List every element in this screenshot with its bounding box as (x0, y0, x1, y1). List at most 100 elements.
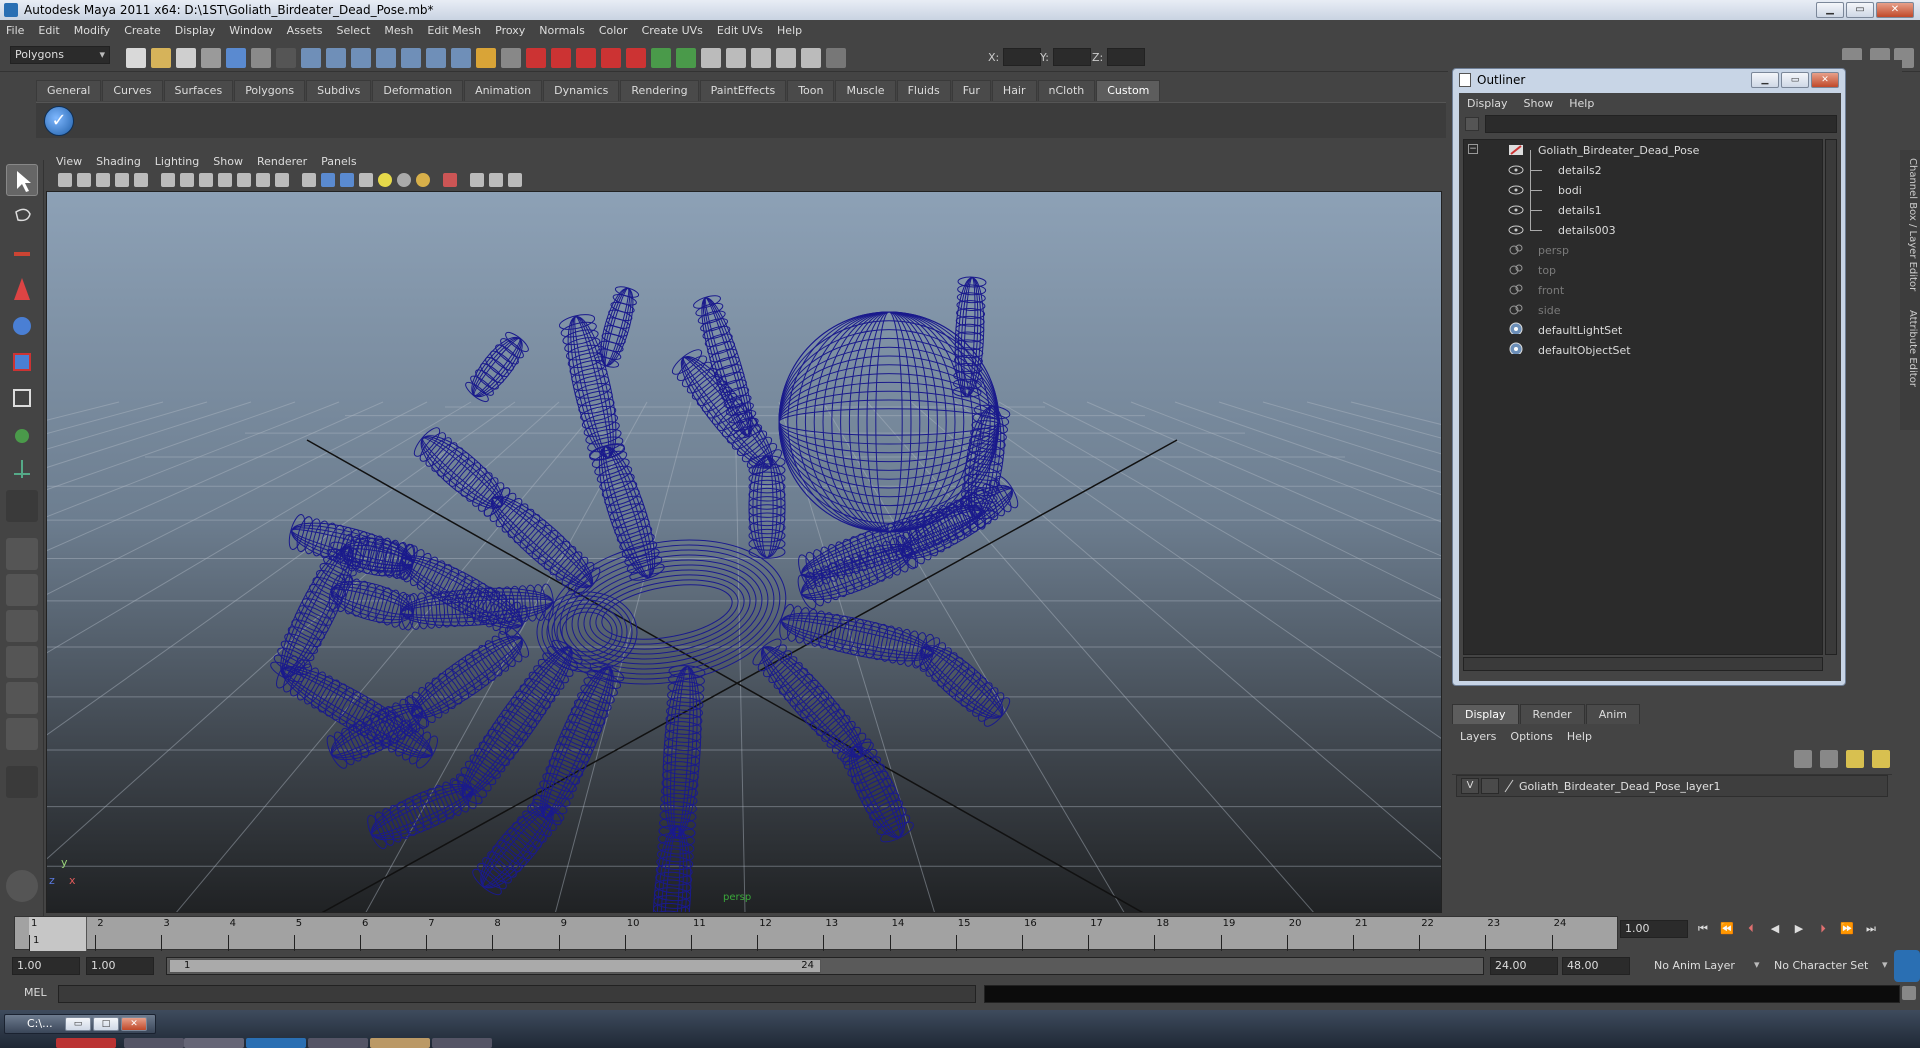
move-tool-icon[interactable] (6, 274, 38, 306)
hud-icon[interactable] (508, 173, 522, 187)
outliner-item-camera[interactable]: front (1464, 280, 1822, 300)
shelf-tab-ncloth[interactable]: nCloth (1037, 80, 1096, 101)
outliner-item-mesh[interactable]: details2 (1464, 160, 1822, 180)
outliner-item-mesh[interactable]: details003 (1464, 220, 1822, 240)
layer-tab-render[interactable]: Render (1519, 704, 1585, 724)
menu-normals[interactable]: Normals (539, 24, 585, 37)
render-current-icon[interactable] (651, 48, 671, 68)
default-lights-icon[interactable] (378, 173, 392, 187)
toggle-panel-icon[interactable] (751, 48, 771, 68)
make-live-icon[interactable] (401, 48, 421, 68)
playback-start-field[interactable]: 1.00 (86, 957, 154, 975)
taskbar-restore-button[interactable]: ▭ (65, 1017, 91, 1031)
menu-help[interactable]: Help (777, 24, 802, 37)
snap-grid-icon[interactable] (301, 48, 321, 68)
menu-create-uvs[interactable]: Create UVs (642, 24, 703, 37)
shelf-tab-curves[interactable]: Curves (102, 80, 163, 101)
menu-mesh[interactable]: Mesh (384, 24, 413, 37)
outliner-item-camera[interactable]: side (1464, 300, 1822, 320)
layer-visibility-toggle[interactable]: V (1461, 778, 1479, 794)
channel-box-icon[interactable] (801, 48, 821, 68)
menu-display[interactable]: Display (175, 24, 216, 37)
taskbar-window-button[interactable]: C:\... ▭ □ ✕ (4, 1014, 156, 1034)
layer-row[interactable]: V Goliath_Birdeater_Dead_Pose_layer1 (1456, 775, 1888, 797)
outliner-menu-help[interactable]: Help (1569, 97, 1594, 110)
xray-joints-icon[interactable] (489, 173, 503, 187)
outliner-title-bar[interactable]: Outliner ▁ ▭ ✕ (1453, 69, 1845, 91)
shelf-tab-general[interactable]: General (36, 80, 102, 101)
menu-modify[interactable]: Modify (74, 24, 110, 37)
layout-expand-icon[interactable] (6, 766, 38, 798)
menu-color[interactable]: Color (599, 24, 628, 37)
select-hierarchy-icon[interactable] (201, 48, 221, 68)
shelf-tab-muscle[interactable]: Muscle (835, 80, 896, 101)
step-forward-key-icon[interactable]: ⏩ (1840, 922, 1854, 936)
camera-attributes-icon[interactable] (77, 173, 91, 187)
outliner-item-camera[interactable]: persp (1464, 240, 1822, 260)
lock-selection-icon[interactable] (276, 48, 296, 68)
outliner-item-mesh[interactable]: details1 (1464, 200, 1822, 220)
all-lights-icon[interactable] (397, 173, 411, 187)
layer-menu-help[interactable]: Help (1567, 730, 1592, 743)
outliner-filter-icon[interactable] (1465, 117, 1479, 131)
close-button[interactable]: ✕ (1876, 2, 1914, 18)
gate-mask-icon[interactable] (218, 173, 232, 187)
menu-window[interactable]: Window (229, 24, 272, 37)
command-input[interactable] (58, 985, 976, 1003)
panel-menu-renderer[interactable]: Renderer (257, 155, 307, 168)
perspective-viewport[interactable]: y x z persp (46, 191, 1442, 913)
snap-together-icon[interactable] (551, 48, 571, 68)
range-slider-handle[interactable]: 1 24 (169, 959, 821, 973)
manipulator-tool-icon[interactable] (6, 382, 38, 414)
shelf-tab-custom[interactable]: Custom (1096, 80, 1161, 101)
z-field[interactable] (1107, 48, 1146, 66)
paint-select-icon[interactable] (6, 238, 38, 270)
taskbar-maximize-button[interactable]: □ (93, 1017, 119, 1031)
animation-start-field[interactable]: 1.00 (12, 957, 80, 975)
panel-menu-lighting[interactable]: Lighting (155, 155, 199, 168)
lasso-tool-icon[interactable] (6, 202, 38, 234)
outliner-filter-field[interactable] (1485, 115, 1837, 133)
shelf-tab-surfaces[interactable]: Surfaces (163, 80, 234, 101)
layer-playback-toggle[interactable] (1481, 778, 1499, 794)
animation-end-field[interactable]: 48.00 (1562, 957, 1630, 975)
2d-pan-zoom-icon[interactable] (134, 173, 148, 187)
new-layer-selected-icon[interactable] (1872, 750, 1890, 768)
layer-tab-display[interactable]: Display (1452, 704, 1519, 724)
open-scene-icon[interactable] (151, 48, 171, 68)
soft-mod-icon[interactable] (6, 418, 38, 450)
taskbar-app-7[interactable] (432, 1038, 492, 1048)
new-scene-icon[interactable] (126, 48, 146, 68)
maximize-button[interactable]: ▭ (1846, 2, 1874, 18)
four-pane-layout-icon[interactable] (6, 574, 38, 606)
shelf-tab-fluids[interactable]: Fluids (896, 80, 951, 101)
menu-select[interactable]: Select (336, 24, 370, 37)
scale-tool-icon[interactable] (6, 346, 38, 378)
outliner-maximize-button[interactable]: ▭ (1781, 72, 1809, 88)
checkmark-shelf-icon[interactable]: ✓ (44, 106, 74, 136)
command-language-label[interactable]: MEL (24, 986, 47, 999)
menu-assets[interactable]: Assets (287, 24, 323, 37)
bookmarks-icon[interactable] (96, 173, 110, 187)
resolution-gate-icon[interactable] (199, 173, 213, 187)
snap-align-icon[interactable] (576, 48, 596, 68)
range-slider-track[interactable]: 1 24 (166, 957, 1484, 975)
history-icon[interactable] (426, 48, 446, 68)
shelf-tab-painteffects[interactable]: PaintEffects (699, 80, 787, 101)
panel-menu-view[interactable]: View (56, 155, 82, 168)
menu-create[interactable]: Create (124, 24, 161, 37)
show-manipulator-icon[interactable] (6, 454, 38, 486)
outliner-item-set[interactable]: defaultLightSet (1464, 320, 1822, 340)
shelf-tab-toon[interactable]: Toon (787, 80, 835, 101)
step-back-key-icon[interactable]: ⏪ (1720, 922, 1734, 936)
tool-settings-icon[interactable] (776, 48, 796, 68)
move-layer-up-icon[interactable] (1794, 750, 1812, 768)
grid-icon[interactable] (161, 173, 175, 187)
menu-edit[interactable]: Edit (38, 24, 59, 37)
outliner-item-group[interactable]: − Goliath_Birdeater_Dead_Pose (1464, 140, 1822, 160)
layer-tab-anim[interactable]: Anim (1585, 704, 1640, 724)
new-empty-layer-icon[interactable] (1846, 750, 1864, 768)
shelf-tab-dynamics[interactable]: Dynamics (543, 80, 620, 101)
play-forwards-icon[interactable]: ▶ (1792, 922, 1806, 936)
snap-object-icon[interactable] (601, 48, 621, 68)
